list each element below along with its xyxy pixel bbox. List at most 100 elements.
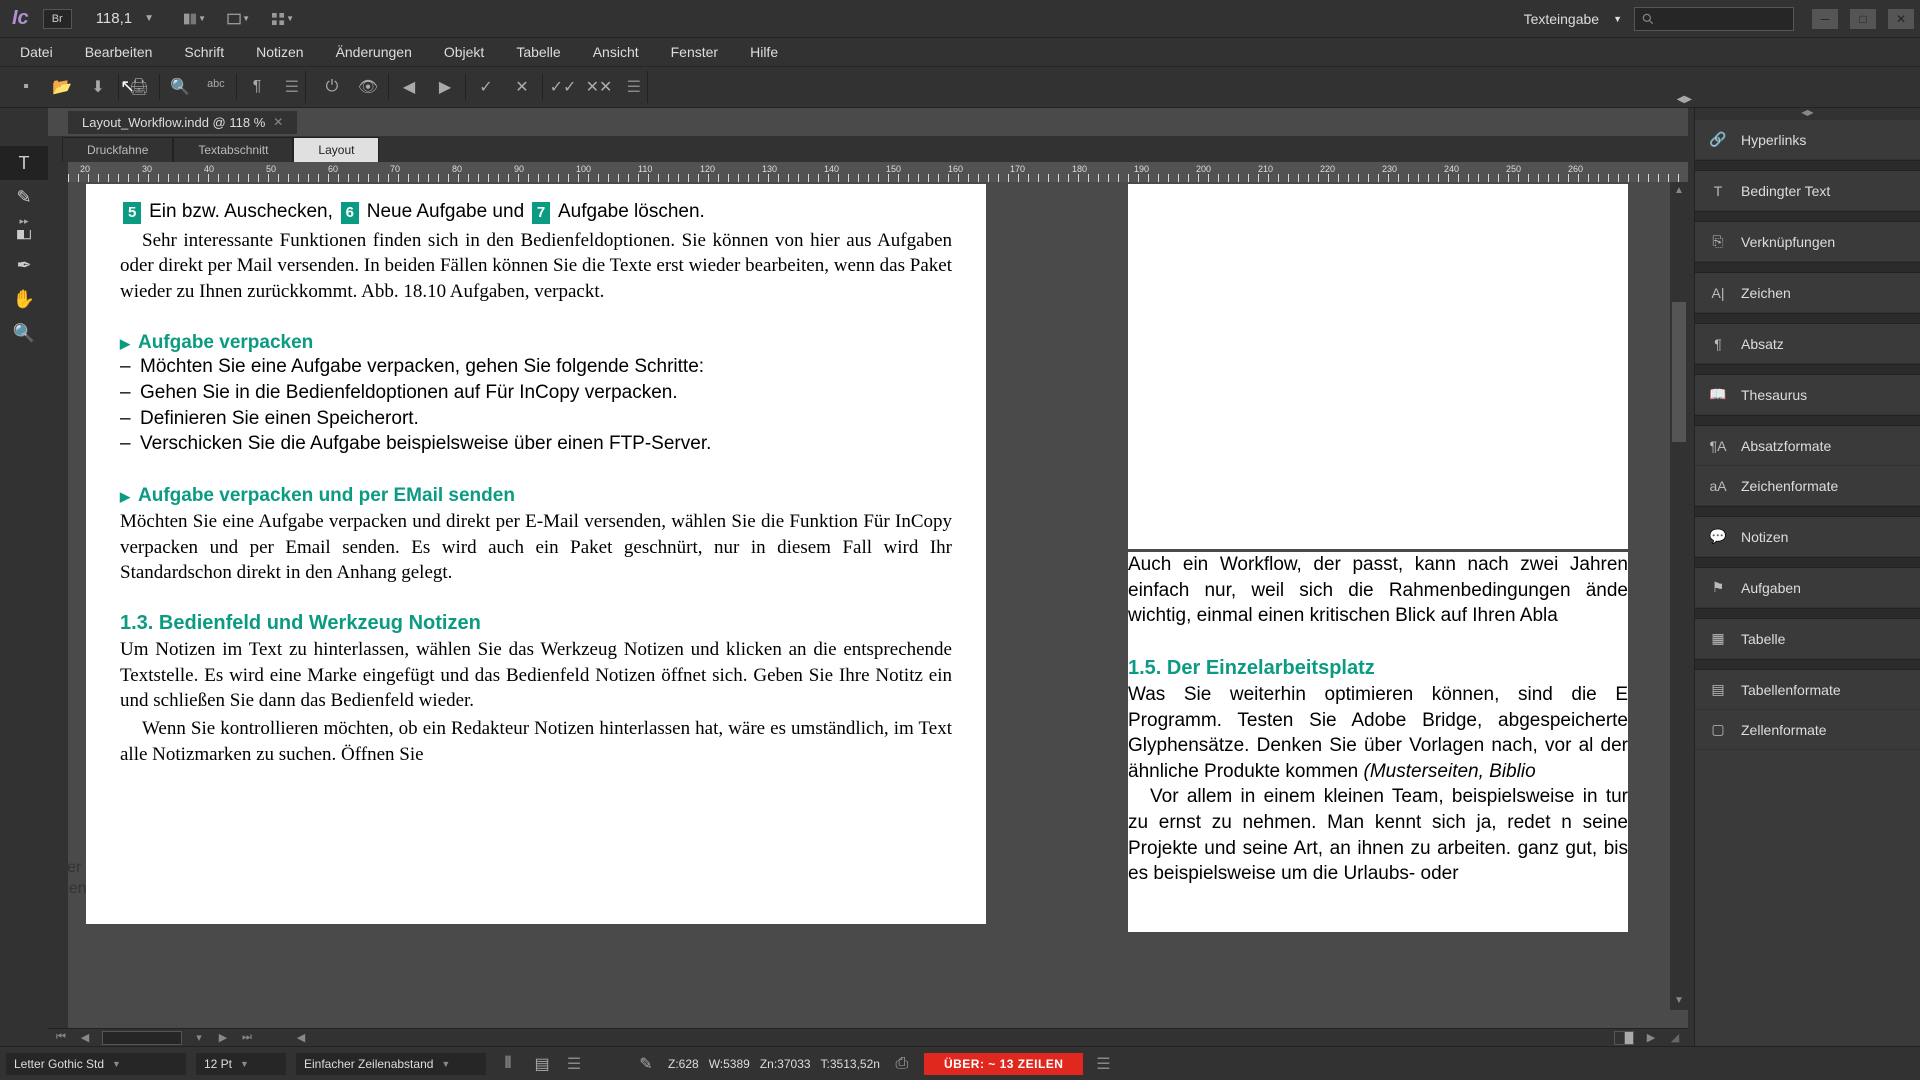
minimize-button[interactable]: ─ <box>1812 9 1838 29</box>
scroll-down-icon[interactable]: ▼ <box>1670 992 1688 1010</box>
font-family-dropdown[interactable]: Letter Gothic Std▼ <box>6 1053 186 1075</box>
status-flyout-icon[interactable]: ☰ <box>1093 1054 1113 1074</box>
panel-item-thesaurus[interactable]: 📖Thesaurus <box>1695 375 1920 415</box>
body-paragraph[interactable]: Um Notizen im Text zu hinterlassen, wähl… <box>120 637 952 714</box>
menu-notizen[interactable]: Notizen <box>242 40 317 64</box>
menu-aenderungen[interactable]: Änderungen <box>322 40 426 64</box>
collapse-icon[interactable]: ▸▸ <box>0 216 48 230</box>
columns-icon[interactable]: ⫴ <box>496 1053 520 1075</box>
reject-all-button[interactable]: ✕✕ <box>581 71 617 103</box>
next-page-icon[interactable]: ▶ <box>216 1031 230 1044</box>
subtab-galley[interactable]: Druckfahne <box>62 137 173 162</box>
list-item[interactable]: –Gehen Sie in die Bedienfeldoptionen auf… <box>120 380 952 406</box>
toolbar-flyout-icon[interactable]: ☰ <box>275 77 299 97</box>
spellcheck-button[interactable]: ᵃᵇᶜ <box>198 71 234 103</box>
stats-icon[interactable]: ✎ <box>634 1053 658 1075</box>
menu-bearbeiten[interactable]: Bearbeiten <box>71 40 167 64</box>
font-size-dropdown[interactable]: 12 Pt▼ <box>196 1053 286 1075</box>
subtab-story[interactable]: Textabschnitt <box>173 137 293 162</box>
prev-page-icon[interactable]: ◀ <box>78 1031 92 1044</box>
vertical-scrollbar[interactable]: ▲ ▼ <box>1670 182 1688 1010</box>
scroll-left-icon[interactable]: ◀ <box>294 1031 308 1044</box>
show-hidden-chars-button[interactable]: ¶ <box>239 71 275 103</box>
scroll-right-icon[interactable]: ▶ <box>1644 1031 1658 1044</box>
page-right-blank[interactable] <box>1128 184 1628 549</box>
open-button[interactable]: 📂 <box>44 71 80 103</box>
panel-item-notizen[interactable]: 💬Notizen <box>1695 517 1920 557</box>
prev-change-button[interactable]: ◀ <box>391 71 427 103</box>
dropdown-icon[interactable]: ▾ <box>192 1031 206 1044</box>
find-button[interactable]: 🔍 <box>162 71 198 103</box>
screen-mode-icon[interactable]: ▼ <box>226 7 250 31</box>
workspace-dropdown[interactable]: Texteingabe ▼ <box>1524 11 1622 27</box>
status-flyout-icon[interactable]: ☰ <box>564 1054 584 1074</box>
accept-change-button[interactable]: ✓ <box>468 71 504 103</box>
resize-grip-icon[interactable]: ◢ <box>1668 1031 1682 1044</box>
body-paragraph[interactable]: Vor allem in einem kleinen Team, beispie… <box>1128 784 1628 887</box>
panel-item-tabelle[interactable]: ▦Tabelle <box>1695 619 1920 659</box>
scroll-thumb[interactable] <box>1672 302 1686 442</box>
toolbar-flyout-icon[interactable]: ☰ <box>617 77 641 97</box>
type-tool-icon[interactable]: T <box>0 146 48 180</box>
panel-item-hyperlinks[interactable]: 🔗Hyperlinks <box>1695 120 1920 160</box>
hand-tool-icon[interactable]: ✋ <box>0 282 48 316</box>
zoom-dropdown[interactable]: 118,1 ▼ <box>90 10 160 27</box>
scroll-up-icon[interactable]: ▲ <box>1670 182 1688 200</box>
list-item[interactable]: –Möchten Sie eine Aufgabe verpacken, geh… <box>120 354 952 380</box>
view-mode-toggle[interactable] <box>1614 1031 1634 1045</box>
menu-objekt[interactable]: Objekt <box>430 40 498 64</box>
body-paragraph[interactable]: Was Sie weiterhin optimieren können, sin… <box>1128 682 1628 785</box>
accept-all-button[interactable]: ✓✓ <box>545 71 581 103</box>
heading-numbered[interactable]: 1.3. Bedienfeld und Werkzeug Notizen <box>120 612 952 635</box>
menu-hilfe[interactable]: Hilfe <box>736 40 792 64</box>
page-number-field[interactable] <box>102 1031 182 1045</box>
text-line[interactable]: 5 Ein bzw. Auschecken, 6 Neue Aufgabe un… <box>120 198 952 226</box>
menu-datei[interactable]: Datei <box>6 40 67 64</box>
expand-panels-icon[interactable]: ◀▶ <box>1677 94 1692 105</box>
menu-fenster[interactable]: Fenster <box>657 40 732 64</box>
page-left[interactable]: 5 Ein bzw. Auschecken, 6 Neue Aufgabe un… <box>86 184 986 924</box>
layout-grid-icon[interactable]: ▼ <box>270 7 294 31</box>
first-page-icon[interactable]: ⏮ <box>54 1031 68 1044</box>
search-input[interactable] <box>1634 7 1794 31</box>
list-item[interactable]: –Verschicken Sie die Aufgabe beispielswe… <box>120 431 952 457</box>
panel-item-zeichen[interactable]: A|Zeichen <box>1695 273 1920 313</box>
heading[interactable]: ▶Aufgabe verpacken <box>120 332 952 354</box>
panel-item-absatz[interactable]: ¶Absatz <box>1695 324 1920 364</box>
horizontal-ruler[interactable]: 2030405060708090100110120130140150160170… <box>68 162 1688 182</box>
close-tab-icon[interactable]: ✕ <box>273 115 283 129</box>
body-paragraph[interactable]: Sehr interessante Funktionen finden sich… <box>120 228 952 305</box>
bridge-button[interactable]: Br <box>43 9 72 29</box>
document-tab[interactable]: Layout_Workflow.indd @ 118 % ✕ <box>68 111 297 134</box>
last-page-icon[interactable]: ⏭ <box>240 1031 254 1044</box>
menu-ansicht[interactable]: Ansicht <box>579 40 653 64</box>
print-button[interactable]: 🖨 <box>121 71 157 103</box>
eyedropper-tool-icon[interactable]: ✒ <box>0 248 48 282</box>
document-canvas[interactable]: 5 Ein bzw. Auschecken, 6 Neue Aufgabe un… <box>68 182 1688 1028</box>
menu-tabelle[interactable]: Tabelle <box>502 40 574 64</box>
panel-item-bedingter text[interactable]: TBedingter Text <box>1695 171 1920 211</box>
next-change-button[interactable]: ▶ <box>427 71 463 103</box>
panel-item-verknüpfungen[interactable]: ⎘Verknüpfungen <box>1695 222 1920 262</box>
subtab-layout[interactable]: Layout <box>293 137 379 162</box>
power-button[interactable]: ⏻ <box>314 71 350 103</box>
body-paragraph[interactable]: Wenn Sie kontrollieren möchten, ob ein R… <box>120 716 952 767</box>
panel-item-zeichenformate[interactable]: aAZeichenformate <box>1695 466 1920 506</box>
close-button[interactable]: ✕ <box>1888 9 1914 29</box>
copyfit-icon[interactable]: ⎙ <box>890 1053 914 1075</box>
note-tool-icon[interactable]: ✎ <box>0 180 48 214</box>
page-right[interactable]: Auch ein Workflow, der passt, kann nach … <box>1128 552 1628 932</box>
panel-item-zellenformate[interactable]: ▢Zellenformate <box>1695 710 1920 750</box>
menu-schrift[interactable]: Schrift <box>170 40 238 64</box>
body-paragraph[interactable]: Auch ein Workflow, der passt, kann nach … <box>1128 552 1628 629</box>
preview-button[interactable]: 👁 <box>350 71 386 103</box>
list-item[interactable]: –Definieren Sie einen Speicherort. <box>120 406 952 432</box>
zoom-tool-icon[interactable]: 🔍 <box>0 316 48 350</box>
panel-collapse-icon[interactable]: ◀▶ <box>1695 108 1920 120</box>
reject-change-button[interactable]: ✕ <box>504 71 540 103</box>
heading-numbered[interactable]: 1.5. Der Einzelarbeitsplatz <box>1128 655 1628 682</box>
save-button[interactable]: ⬇ <box>80 71 116 103</box>
leading-dropdown[interactable]: Einfacher Zeilenabstand▼ <box>296 1053 486 1075</box>
align-icon[interactable]: ▤ <box>530 1053 554 1075</box>
panel-item-aufgaben[interactable]: ⚑Aufgaben <box>1695 568 1920 608</box>
